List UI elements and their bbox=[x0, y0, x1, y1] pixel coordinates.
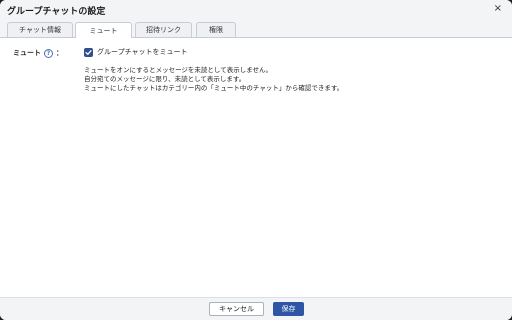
mute-checkbox-row[interactable]: グループチャットをミュート bbox=[84, 47, 188, 57]
label-colon: ： bbox=[56, 49, 63, 57]
tab-invite-link[interactable]: 招待リンク bbox=[135, 22, 192, 37]
settings-dialog: グループチャットの設定 × チャット情報 ミュート 招待リンク 権限 ミュート … bbox=[0, 0, 512, 320]
tab-mute[interactable]: ミュート bbox=[75, 22, 132, 38]
mute-checkbox[interactable] bbox=[84, 47, 93, 57]
dialog-titlebar: グループチャットの設定 × bbox=[0, 0, 512, 20]
mute-label: ミュート bbox=[13, 49, 41, 57]
mute-description-line-3: ミュートにしたチャットはカテゴリー内の「ミュート中のチャット」から確認できます。 bbox=[84, 84, 344, 92]
close-icon[interactable]: × bbox=[494, 3, 502, 15]
mute-description-line-2: 自分宛てのメッセージに限り、未読として表示します。 bbox=[84, 75, 246, 83]
dialog-title: グループチャットの設定 bbox=[7, 7, 106, 17]
help-icon[interactable]: ? bbox=[44, 48, 53, 58]
tab-bar: チャット情報 ミュート 招待リンク 権限 bbox=[0, 20, 512, 38]
mute-description-line-1: ミュートをオンにするとメッセージを未読として表示しません。 bbox=[84, 66, 273, 74]
checkmark-icon bbox=[85, 49, 92, 55]
tab-chat-info[interactable]: チャット情報 bbox=[7, 22, 73, 37]
mute-row-label: ミュート ? ： bbox=[13, 48, 63, 58]
cancel-button[interactable]: キャンセル bbox=[209, 302, 264, 316]
dialog-footer: キャンセル 保存 bbox=[0, 297, 512, 320]
tab-permissions[interactable]: 権限 bbox=[196, 22, 236, 37]
save-button[interactable]: 保存 bbox=[273, 302, 304, 316]
mute-checkbox-label[interactable]: グループチャットをミュート bbox=[97, 47, 188, 57]
